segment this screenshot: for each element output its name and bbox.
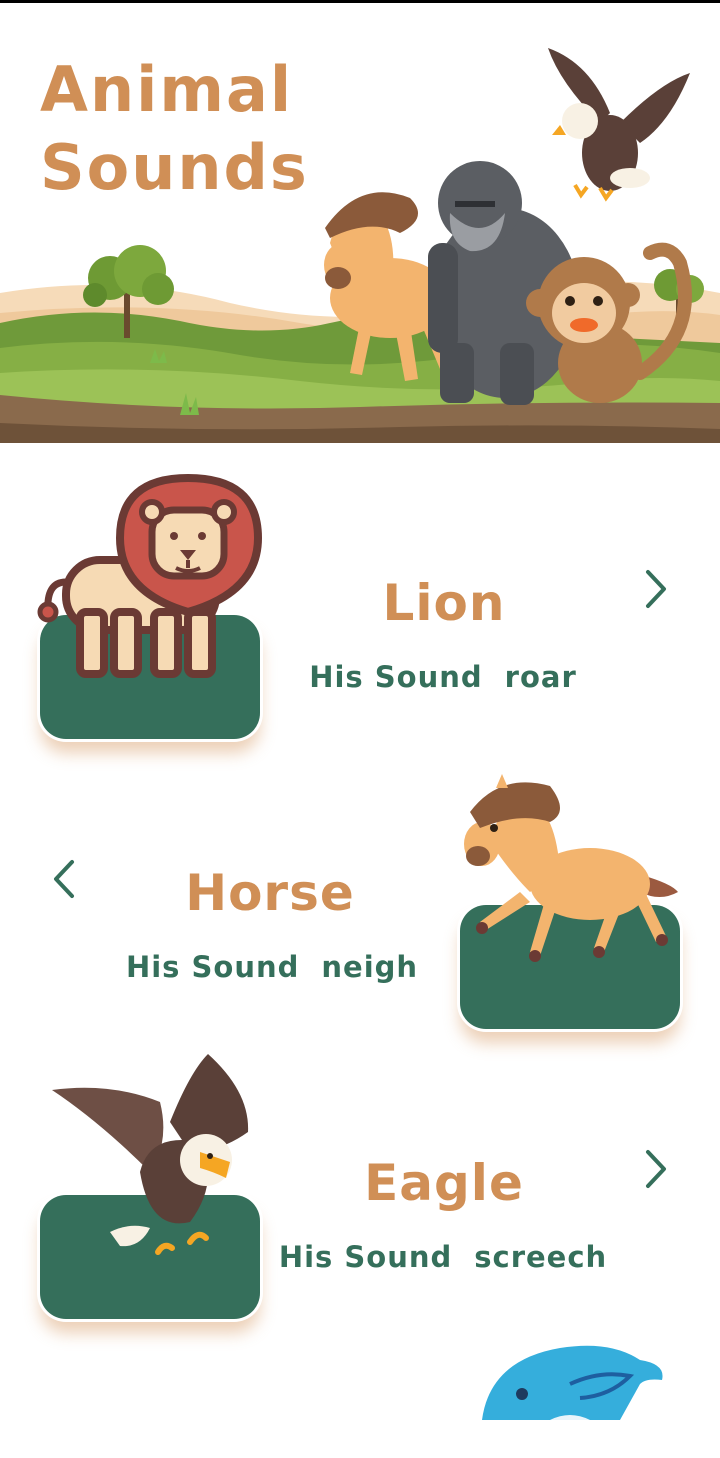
animal-card-horse[interactable]: Horse His Sound neigh [0,760,720,1050]
app-title-line2: Sounds [40,131,309,204]
chevron-right-icon[interactable] [636,564,676,614]
animal-sound-line: His Sound roar [263,660,623,694]
animal-card-lion[interactable]: Lion His Sound roar [0,470,720,760]
horse-icon [464,774,678,962]
animal-name: Lion [382,574,506,632]
chevron-right-icon[interactable] [636,1144,676,1194]
app-title-line1: Animal [40,53,294,126]
hero-banner: Animal Sounds [0,3,720,443]
eagle-icon [52,1054,249,1255]
dolphin-icon [482,1345,663,1420]
sound-value: screech [474,1240,608,1274]
sound-label: His Sound [309,660,483,694]
sound-value: neigh [321,950,419,984]
animal-sound-line: His Sound screech [263,1240,623,1274]
animal-name: Horse [185,864,355,922]
animal-card-next-partial[interactable] [470,1340,670,1420]
animal-name: Eagle [364,1154,524,1212]
chevron-left-icon[interactable] [44,854,84,904]
sound-label: His Sound [125,950,300,984]
sound-value: roar [504,660,577,694]
app-title: Animal Sounds [40,51,309,207]
animal-sound-line: His Sound neigh [92,950,452,984]
sound-label: His Sound [278,1240,453,1274]
animal-card-eagle[interactable]: Eagle His Sound screech [0,1050,720,1340]
lion-icon [37,473,263,678]
